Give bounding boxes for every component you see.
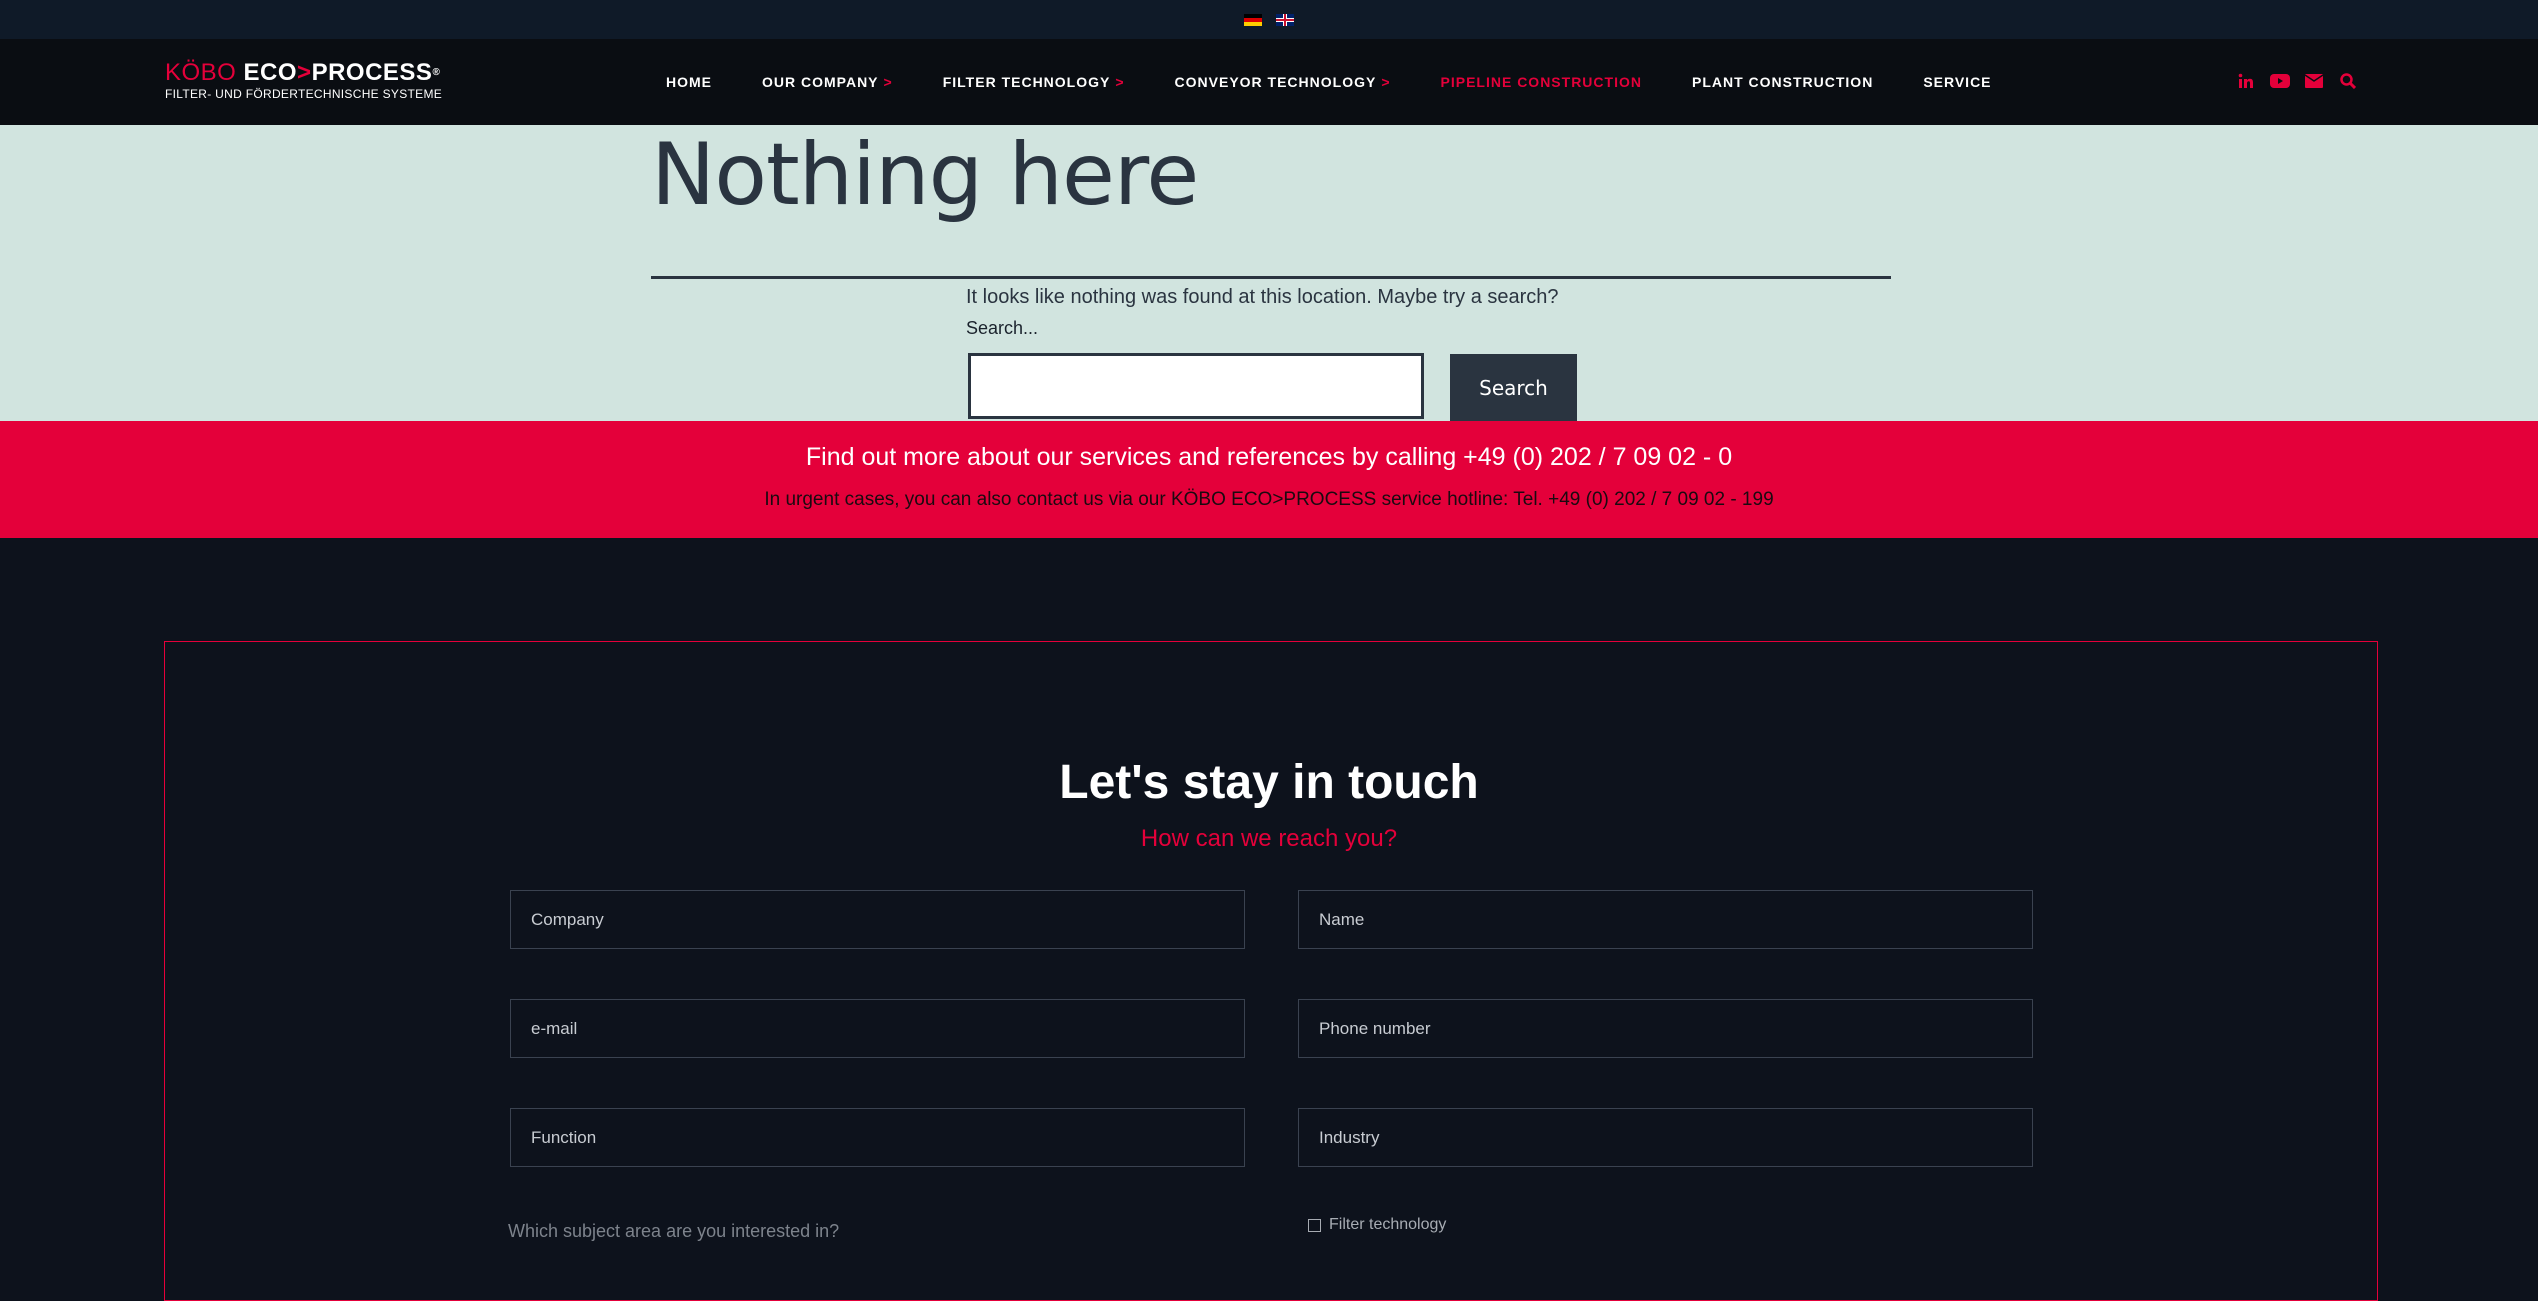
banner-phone-text: Find out more about our services and ref… (805, 443, 1733, 471)
contact-banner: Find out more about our services and ref… (0, 421, 2538, 538)
nav-label: OUR COMPANY (762, 74, 879, 90)
site-header: KÖBO ECO>PROCESS® FILTER- UND FÖRDERTECH… (0, 39, 2538, 125)
company-logo[interactable]: KÖBO ECO>PROCESS® FILTER- UND FÖRDERTECH… (165, 61, 443, 102)
name-field[interactable] (1298, 890, 2033, 949)
nav-label: PLANT CONSTRUCTION (1691, 74, 1874, 90)
linkedin-icon[interactable] (2236, 71, 2256, 91)
logo-registered-mark: ® (432, 67, 441, 78)
search-label: Search... (966, 318, 1039, 338)
nav-item-our-company[interactable]: OUR COMPANY > (762, 74, 893, 90)
nav-item-filter-technology[interactable]: FILTER TECHNOLOGY > (943, 74, 1125, 90)
nav-item-plant-construction[interactable]: PLANT CONSTRUCTION (1692, 74, 1873, 90)
not-found-section: Nothing here It looks like nothing was f… (0, 125, 2538, 421)
nav-item-service[interactable]: SERVICE (1923, 74, 1991, 90)
banner-hotline-text: In urgent cases, you can also contact us… (764, 489, 1774, 510)
contact-subtitle: How can we reach you? (1140, 825, 1398, 852)
language-bar (0, 0, 2538, 39)
function-field[interactable] (510, 1108, 1245, 1167)
checkbox[interactable] (1308, 1218, 1321, 1232)
main-navigation: HOME OUR COMPANY > FILTER TECHNOLOGY > CON… (666, 39, 2042, 125)
subject-option-filter-technology[interactable]: Filter technology (1308, 1216, 1446, 1234)
phone-field[interactable] (1298, 999, 2033, 1058)
logo-tagline: FILTER- UND FÖRDERTECHNISCHE SYSTEME (165, 87, 443, 101)
subject-question: Which subject area are you interested in… (508, 1221, 840, 1241)
title-divider (651, 276, 1891, 279)
nav-item-conveyor-technology[interactable]: CONVEYOR TECHNOLOGY > (1175, 74, 1391, 90)
nav-item-home[interactable]: HOME (666, 74, 712, 90)
chevron-right-icon: > (1115, 74, 1125, 90)
search-button[interactable]: Search (1450, 354, 1577, 421)
nav-label: SERVICE (1923, 74, 1992, 90)
search-input[interactable] (968, 353, 1424, 419)
german-flag-icon[interactable] (1244, 13, 1262, 26)
contact-form-box (164, 641, 2378, 1301)
uk-flag-icon[interactable] (1276, 13, 1294, 26)
company-field[interactable] (510, 890, 1245, 949)
logo-kobo: KÖBO (165, 59, 237, 86)
search-icon[interactable] (2338, 71, 2358, 91)
logo-arrow: > (297, 59, 312, 86)
social-icons (2236, 71, 2358, 91)
not-found-message: It looks like nothing was found at this … (966, 286, 1559, 308)
logo-eco: ECO (243, 59, 298, 86)
contact-title: Let's stay in touch (1059, 756, 1479, 809)
email-icon[interactable] (2304, 71, 2324, 91)
logo-wordmark: KÖBO ECO>PROCESS® (165, 61, 442, 85)
nav-item-pipeline-construction[interactable]: PIPELINE CONSTRUCTION (1441, 74, 1642, 90)
chevron-right-icon: > (1381, 74, 1391, 90)
chevron-right-icon: > (883, 74, 893, 90)
nav-label: HOME (666, 74, 712, 90)
logo-process: PROCESS (311, 59, 433, 86)
checkbox-label: Filter technology (1329, 1216, 1447, 1233)
nav-label: PIPELINE CONSTRUCTION (1440, 74, 1642, 90)
nav-label: FILTER TECHNOLOGY (942, 74, 1111, 90)
email-field[interactable] (510, 999, 1245, 1058)
industry-field[interactable] (1298, 1108, 2033, 1167)
page-title: Nothing here (651, 125, 1199, 225)
youtube-icon[interactable] (2270, 71, 2290, 91)
nav-label: CONVEYOR TECHNOLOGY (1174, 74, 1377, 90)
